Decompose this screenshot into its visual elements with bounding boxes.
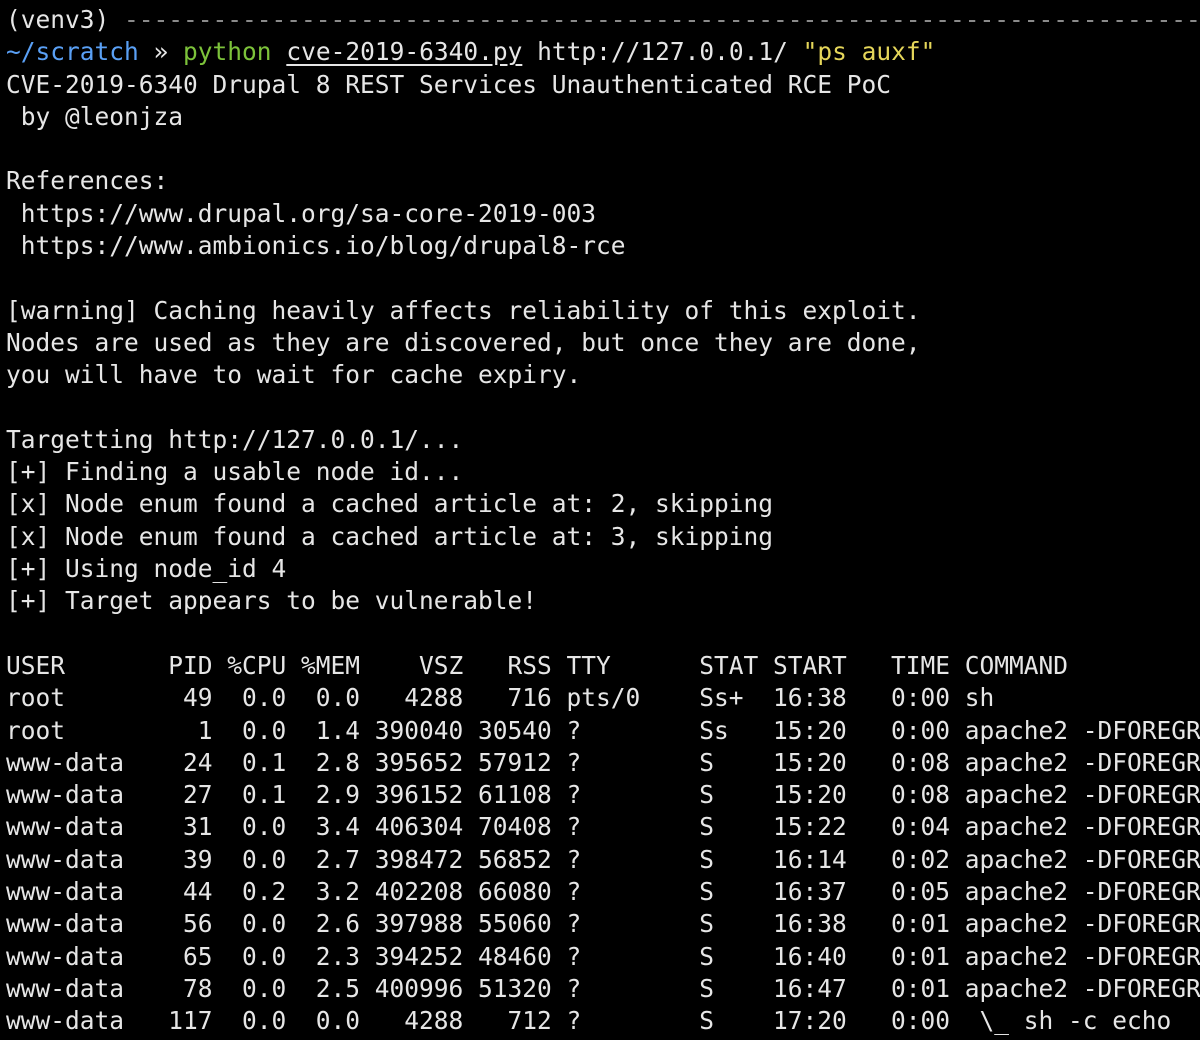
- output-line: [x] Node enum found a cached article at:…: [6, 489, 774, 519]
- process-row: www-data 78 0.0 2.5 400996 51320 ? S 16:…: [6, 973, 1200, 1003]
- prompt-rule: ----------------------------------------…: [124, 5, 1200, 34]
- output-line: [x] Node enum found a cached article at:…: [6, 521, 774, 551]
- process-row: www-data 39 0.0 2.7 398472 56852 ? S 16:…: [6, 844, 1200, 874]
- output-line: [+] Finding a usable node id...: [6, 457, 464, 487]
- process-row: www-data 65 0.0 2.3 394252 48460 ? S 16:…: [6, 941, 1200, 971]
- output-line: https://www.ambionics.io/blog/drupal8-rc…: [6, 231, 626, 261]
- process-row: root 49 0.0 0.0 4288 716 pts/0 Ss+ 16:38…: [6, 683, 995, 713]
- command-output: CVE-2019-6340 Drupal 8 REST Services Una…: [6, 69, 1200, 650]
- output-line: Targetting http://127.0.0.1/...: [6, 424, 464, 454]
- output-line: [+] Target appears to be vulnerable!: [6, 586, 538, 616]
- output-line: [warning] Caching heavily affects reliab…: [6, 295, 921, 325]
- command-cmd-arg: "ps auxf": [802, 37, 936, 67]
- prompt-cwd: ~/scratch: [6, 37, 139, 67]
- process-table-rows: root 49 0.0 0.0 4288 716 pts/0 Ss+ 16:38…: [6, 682, 1200, 1037]
- output-line: by @leonjza: [6, 101, 184, 131]
- output-line: you will have to wait for cache expiry.: [6, 360, 582, 390]
- command-line: ~/scratch » python cve-2019-6340.py http…: [6, 36, 1200, 68]
- output-line: https://www.drupal.org/sa-core-2019-003: [6, 198, 597, 228]
- command-program: python: [183, 37, 272, 67]
- process-row: www-data 31 0.0 3.4 406304 70408 ? S 15:…: [6, 812, 1200, 842]
- output-line: References:: [6, 166, 169, 196]
- command-script: cve-2019-6340.py: [286, 37, 523, 67]
- process-row: www-data 44 0.2 3.2 402208 66080 ? S 16:…: [6, 877, 1200, 907]
- prompt-separator: »: [138, 37, 184, 67]
- command-url-arg: http://127.0.0.1/: [537, 37, 788, 67]
- process-row: www-data 27 0.1 2.9 396152 61108 ? S 15:…: [6, 780, 1200, 810]
- output-line: Nodes are used as they are discovered, b…: [6, 327, 921, 357]
- process-row: www-data 24 0.1 2.8 395652 57912 ? S 15:…: [6, 747, 1200, 777]
- process-row: www-data 56 0.0 2.6 397988 55060 ? S 16:…: [6, 909, 1200, 939]
- process-row: www-data 117 0.0 0.0 4288 712 ? S 17:20 …: [6, 1006, 1172, 1036]
- terminal-window[interactable]: (venv3) --------------------------------…: [0, 0, 1200, 1040]
- prompt-header: (venv3) --------------------------------…: [6, 4, 1200, 36]
- process-table: USER PID %CPU %MEM VSZ RSS TTY STAT STAR…: [6, 650, 1200, 1038]
- venv-indicator: (venv3): [6, 5, 110, 34]
- process-table-header: USER PID %CPU %MEM VSZ RSS TTY STAT STAR…: [6, 650, 1069, 680]
- output-line: [+] Using node_id 4: [6, 554, 287, 584]
- output-line: CVE-2019-6340 Drupal 8 REST Services Una…: [6, 69, 892, 99]
- process-row: root 1 0.0 1.4 390040 30540 ? Ss 15:20 0…: [6, 715, 1200, 745]
